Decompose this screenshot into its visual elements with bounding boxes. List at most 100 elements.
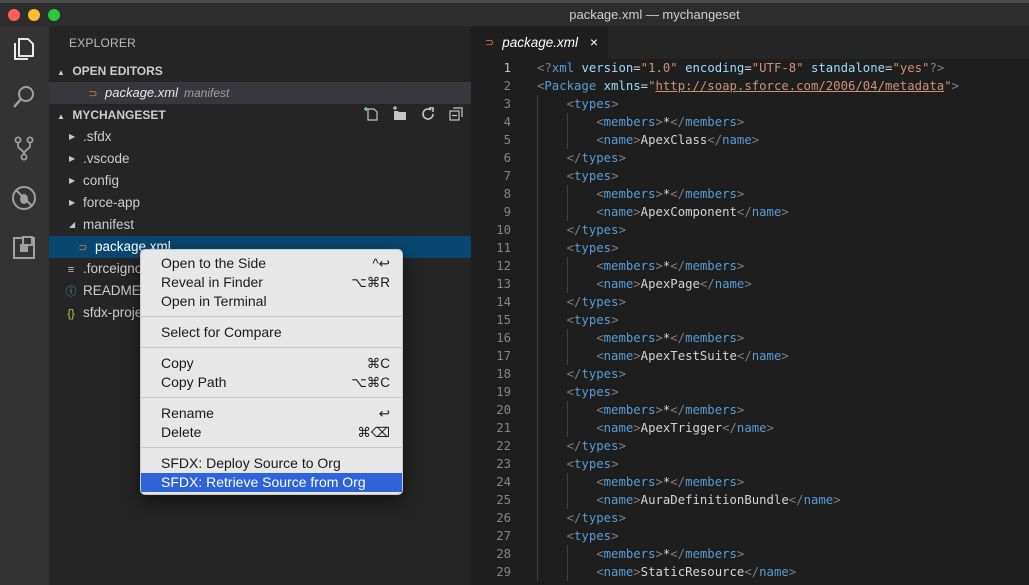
code-editor[interactable]: 1 <?xml version="1.0" encoding="UTF-8" st… (471, 59, 1029, 581)
menu-item-shortcut: ⌘C (366, 356, 390, 371)
menu-item-reveal-in-finder[interactable]: Reveal in Finder ⌥⌘R (141, 273, 402, 292)
tab-bar: ⊃ package.xml × (471, 26, 1029, 59)
code-text: <members>*</members> (596, 115, 745, 129)
code-line[interactable]: 5 <name>ApexClass</name> (471, 131, 1029, 149)
code-line[interactable]: 25 <name>AuraDefinitionBundle</name> (471, 491, 1029, 509)
explorer-icon[interactable] (9, 34, 39, 64)
tab-package-xml[interactable]: ⊃ package.xml × (471, 26, 608, 59)
tree-item-force-app[interactable]: ▶ force-app (49, 192, 471, 214)
open-editors-label: OPEN EDITORS (72, 64, 163, 78)
code-line[interactable]: 15 <types> (471, 311, 1029, 329)
tree-item-manifest[interactable]: ◢ manifest (49, 214, 471, 236)
code-line[interactable]: 21 <name>ApexTrigger</name> (471, 419, 1029, 437)
code-line[interactable]: 4 <members>*</members> (471, 113, 1029, 131)
menu-item-sfdx-retrieve-source-from-org[interactable]: SFDX: Retrieve Source from Org (141, 473, 402, 492)
tree-item-sfdx[interactable]: ▶ .sfdx (49, 126, 471, 148)
code-line[interactable]: 7 <types> (471, 167, 1029, 185)
code-line[interactable]: 24 <members>*</members> (471, 473, 1029, 491)
code-line[interactable]: 20 <members>*</members> (471, 401, 1029, 419)
menu-separator (141, 447, 402, 448)
line-number: 23 (496, 457, 511, 471)
search-icon[interactable] (9, 82, 39, 112)
line-number: 13 (496, 277, 511, 291)
collapse-all-icon[interactable] (447, 105, 465, 123)
code-line[interactable]: 22 </types> (471, 437, 1029, 455)
new-folder-icon[interactable] (391, 105, 409, 123)
code-line[interactable]: 29 <name>StaticResource</name> (471, 563, 1029, 581)
menu-item-delete[interactable]: Delete ⌘⌫ (141, 423, 402, 442)
code-text: </types> (566, 223, 626, 237)
close-icon[interactable]: × (590, 34, 598, 50)
project-label: MYCHANGESET (72, 108, 166, 122)
code-line[interactable]: 16 <members>*</members> (471, 329, 1029, 347)
menu-item-sfdx-deploy-source-to-org[interactable]: SFDX: Deploy Source to Org (141, 454, 402, 473)
code-line[interactable]: 23 <types> (471, 455, 1029, 473)
refresh-icon[interactable] (419, 105, 437, 123)
menu-item-label: Copy Path (161, 374, 227, 390)
menu-item-select-for-compare[interactable]: Select for Compare (141, 323, 402, 342)
code-text: <name>ApexClass</name> (596, 133, 760, 147)
code-text: <types> (566, 313, 619, 327)
code-text: <members>*</members> (596, 547, 745, 561)
menu-item-label: SFDX: Retrieve Source from Org (161, 474, 366, 490)
code-text: <types> (566, 385, 619, 399)
tree-item-config[interactable]: ▶ config (49, 170, 471, 192)
code-line[interactable]: 19 <types> (471, 383, 1029, 401)
code-text: <?xml version="1.0" encoding="UTF-8" sta… (537, 61, 945, 75)
code-line[interactable]: 17 <name>ApexTestSuite</name> (471, 347, 1029, 365)
project-section-header[interactable]: ▲ MYCHANGESET (49, 104, 471, 126)
code-line[interactable]: 13 <name>ApexPage</name> (471, 275, 1029, 293)
code-text: <name>ApexTestSuite</name> (596, 349, 789, 363)
code-line[interactable]: 12 <members>*</members> (471, 257, 1029, 275)
code-text: <name>ApexTrigger</name> (596, 421, 774, 435)
code-line[interactable]: 6 </types> (471, 149, 1029, 167)
menu-item-rename[interactable]: Rename ↩ (141, 404, 402, 423)
line-number: 10 (496, 223, 511, 237)
code-line[interactable]: 18 </types> (471, 365, 1029, 383)
chevron-right-icon: ▶ (69, 132, 76, 141)
code-line[interactable]: 27 <types> (471, 527, 1029, 545)
code-line[interactable]: 14 </types> (471, 293, 1029, 311)
chevron-down-icon: ▲ (57, 68, 65, 77)
menu-item-shortcut: ⌥⌘C (351, 375, 390, 390)
rss-file-icon: ⊃ (78, 242, 88, 254)
code-line[interactable]: 2 <Package xmlns="http://soap.sforce.com/… (471, 77, 1029, 95)
line-number: 6 (503, 151, 511, 165)
menu-item-label: SFDX: Deploy Source to Org (161, 455, 341, 471)
menu-item-open-in-terminal[interactable]: Open in Terminal (141, 292, 402, 311)
line-number: 11 (496, 241, 511, 255)
extensions-icon[interactable] (9, 233, 39, 263)
line-number: 26 (496, 511, 511, 525)
code-line[interactable]: 3 <types> (471, 95, 1029, 113)
debug-icon[interactable] (9, 183, 39, 213)
menu-item-shortcut: ↩ (378, 406, 390, 421)
menu-item-open-to-the-side[interactable]: Open to the Side ^↩ (141, 254, 402, 273)
tree-item-label: .vscode (83, 151, 130, 166)
code-text: <types> (566, 241, 619, 255)
line-number: 4 (503, 115, 511, 129)
menu-separator (141, 397, 402, 398)
menu-item-copy-path[interactable]: Copy Path ⌥⌘C (141, 373, 402, 392)
code-line[interactable]: 1 <?xml version="1.0" encoding="UTF-8" st… (471, 59, 1029, 77)
code-line[interactable]: 9 <name>ApexComponent</name> (471, 203, 1029, 221)
line-number: 14 (496, 295, 511, 309)
rss-file-icon: ⊃ (485, 37, 495, 49)
open-editors-section-header[interactable]: ▲ OPEN EDITORS (49, 60, 471, 82)
open-editor-description: manifest (183, 86, 230, 100)
code-line[interactable]: 8 <members>*</members> (471, 185, 1029, 203)
text-file-icon: ≡ (67, 264, 75, 276)
tree-item-vscode[interactable]: ▶ .vscode (49, 148, 471, 170)
code-line[interactable]: 11 <types> (471, 239, 1029, 257)
menu-item-copy[interactable]: Copy ⌘C (141, 354, 402, 373)
code-line[interactable]: 10 </types> (471, 221, 1029, 239)
json-file-icon: {} (67, 308, 75, 320)
code-text: </types> (566, 511, 626, 525)
new-file-icon[interactable] (363, 105, 381, 123)
open-editor-item[interactable]: ⊃ package.xml manifest (49, 82, 471, 104)
code-line[interactable]: 26 </types> (471, 509, 1029, 527)
source-control-icon[interactable] (9, 133, 39, 163)
sidebar-title: EXPLORER (69, 36, 136, 50)
line-number: 7 (503, 169, 511, 183)
line-number: 21 (496, 421, 511, 435)
code-line[interactable]: 28 <members>*</members> (471, 545, 1029, 563)
